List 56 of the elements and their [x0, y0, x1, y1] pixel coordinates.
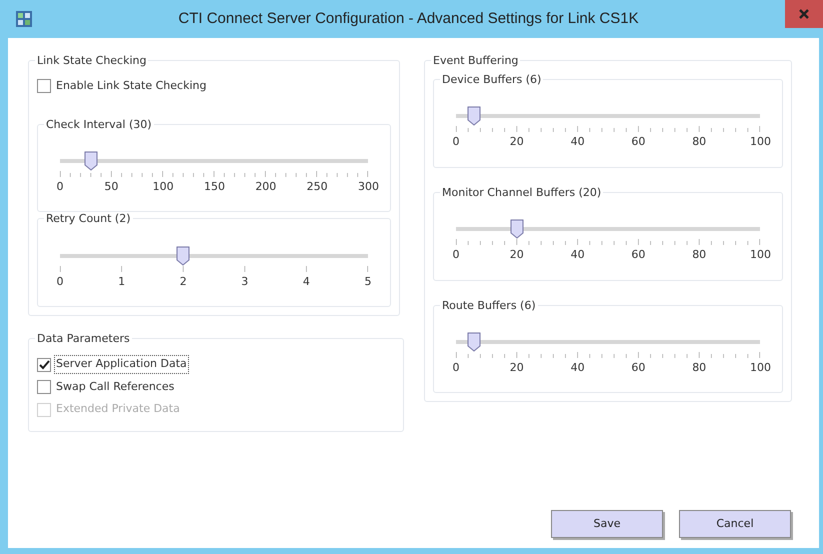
group-title: Check Interval (30)	[45, 118, 153, 131]
tick-label: 1	[117, 274, 126, 290]
tick-label: 100	[750, 134, 770, 150]
slider-thumb[interactable]	[467, 106, 482, 126]
checkbox[interactable]	[37, 79, 51, 94]
tick-label: 80	[691, 247, 708, 264]
tick-label: 20	[508, 360, 525, 376]
tick-label: 100	[750, 247, 770, 264]
tick-label: 0	[452, 134, 460, 150]
tick-label: 2	[178, 274, 188, 290]
tick-label: 5	[363, 274, 372, 290]
tick-label: 0	[56, 274, 64, 290]
slider-thumb[interactable]	[176, 246, 190, 266]
group-title: Link State Checking	[36, 54, 148, 68]
checkbox[interactable]	[37, 358, 51, 372]
tick-label: 60	[630, 360, 646, 376]
tick-label: 0	[452, 247, 460, 264]
tick-label: 4	[302, 274, 311, 290]
tick-label: 0	[452, 360, 460, 376]
tick-label: 3	[240, 274, 250, 290]
slider-thumb[interactable]	[84, 150, 98, 171]
window-title: CTI Connect Server Configuration - Advanced Settings for Link CS1K	[177, 8, 640, 29]
group-title: Device Buffers (6)	[441, 73, 542, 86]
close-button[interactable]	[785, 0, 823, 28]
tick-label: 40	[570, 360, 586, 376]
tick-label: 200	[255, 178, 276, 195]
group-title: Event Buffering	[432, 54, 520, 68]
dialog-button[interactable]: Cancel	[679, 510, 791, 538]
slider-thumb[interactable]	[467, 332, 482, 352]
tick-label: 0	[56, 178, 64, 195]
dialog-button[interactable]: Save	[551, 510, 663, 538]
tick-label: 40	[570, 247, 586, 264]
checkbox-label[interactable]: Server Application Data	[54, 355, 189, 374]
tick-label: 50	[103, 178, 120, 195]
tick-label: 80	[691, 134, 708, 150]
checkbox-label[interactable]: Swap Call References	[54, 378, 176, 396]
tick-label: 60	[630, 134, 646, 150]
tick-label: 150	[204, 178, 224, 195]
group-title: Retry Count (2)	[45, 212, 132, 226]
checkbox[interactable]	[37, 380, 51, 394]
tick-label: 60	[630, 247, 646, 264]
tick-label: 100	[152, 178, 173, 195]
tick-label: 250	[306, 178, 327, 195]
tick-label: 100	[750, 360, 770, 376]
checkbox-label[interactable]: Enable Link State Checking	[54, 77, 208, 96]
app-icon	[16, 11, 32, 27]
tick-label: 20	[508, 134, 525, 150]
tick-label: 300	[358, 178, 378, 195]
group-title: Monitor Channel Buffers (20)	[441, 186, 602, 200]
slider-thumb[interactable]	[510, 219, 524, 240]
group-title: Data Parameters	[36, 332, 131, 346]
tick-label: 80	[691, 360, 708, 376]
close-icon	[799, 9, 809, 19]
tick-label: 40	[570, 134, 586, 150]
tick-label: 20	[508, 247, 525, 264]
group-title: Route Buffers (6)	[441, 298, 537, 312]
